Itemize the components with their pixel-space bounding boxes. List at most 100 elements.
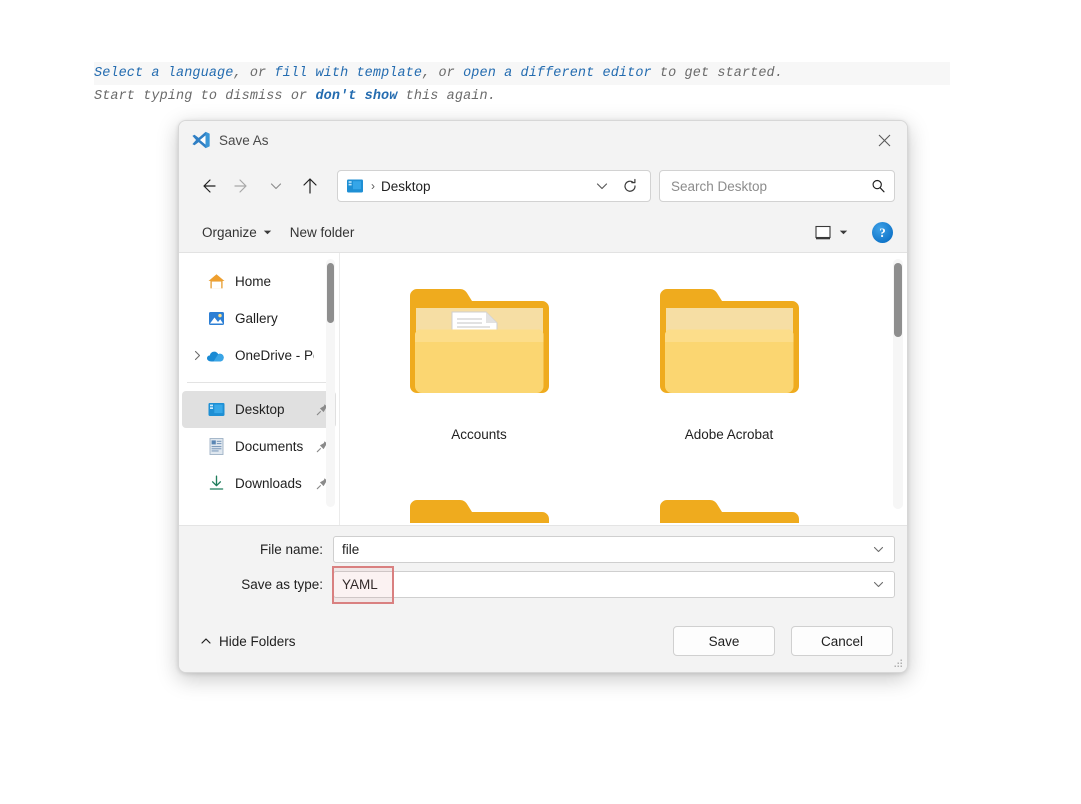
file-item-partial[interactable] xyxy=(354,493,604,523)
hint-text-2a: Start typing to dismiss or xyxy=(94,89,316,104)
save-as-type-field[interactable]: YAML xyxy=(332,565,895,604)
navigation-sidebar: Home Gallery OneDrive - P Desktop Docume… xyxy=(179,253,339,525)
desktop-icon xyxy=(347,179,363,193)
open-different-editor-link[interactable]: open a different editor xyxy=(463,66,652,81)
forward-button[interactable] xyxy=(225,169,259,203)
hint-text-1b: , or xyxy=(422,66,464,81)
file-grid: Accounts Adobe Acrobat xyxy=(340,253,907,493)
hint-line-2: Start typing to dismiss or don't show th… xyxy=(94,85,950,108)
save-as-type-value[interactable]: YAML xyxy=(342,577,866,592)
file-name-value[interactable]: file xyxy=(342,542,866,557)
folder-icon xyxy=(660,500,799,523)
folder-icon xyxy=(410,289,549,393)
documents-icon xyxy=(206,437,226,457)
sidebar-item-label: Downloads xyxy=(235,476,302,491)
breadcrumb-separator: › xyxy=(371,179,375,193)
sidebar-item-onedrive[interactable]: OneDrive - Perso xyxy=(182,337,336,374)
sidebar-item-gallery[interactable]: Gallery xyxy=(182,300,336,337)
refresh-button[interactable] xyxy=(616,172,644,200)
dialog-title: Save As xyxy=(219,132,269,148)
hide-folders-button[interactable]: Hide Folders xyxy=(193,629,303,654)
chevron-down-icon xyxy=(263,230,271,235)
hint-text-1c: to get started. xyxy=(651,66,783,81)
close-button[interactable] xyxy=(861,121,907,159)
view-layout-icon xyxy=(815,225,831,239)
resize-grip-icon[interactable] xyxy=(892,657,904,669)
up-button[interactable] xyxy=(293,169,327,203)
save-form: File name: file Save as type: YAML xyxy=(179,525,907,610)
chevron-down-icon xyxy=(873,546,883,552)
sidebar-scrollbar[interactable] xyxy=(326,259,335,507)
dialog-toolbar: Organize New folder ? xyxy=(179,213,907,253)
sidebar-item-downloads[interactable]: Downloads xyxy=(182,465,336,502)
file-view-scrollbar-thumb[interactable] xyxy=(894,263,902,337)
sidebar-item-label: Desktop xyxy=(235,402,285,417)
save-as-type-label: Save as type: xyxy=(241,576,323,592)
back-button[interactable] xyxy=(191,169,225,203)
save-as-dialog: Save As › Desktop Search Desktop Organiz… xyxy=(178,120,908,673)
dialog-footer: Hide Folders Save Cancel xyxy=(179,610,907,672)
sidebar-divider xyxy=(187,382,327,383)
sidebar-item-documents[interactable]: Documents xyxy=(182,428,336,465)
select-language-link[interactable]: Select a language xyxy=(94,66,233,81)
file-view-scrollbar[interactable] xyxy=(893,259,903,509)
help-button[interactable]: ? xyxy=(872,222,893,243)
search-box[interactable] xyxy=(659,170,895,202)
editor-welcome-hint: Select a language, or fill with template… xyxy=(94,62,950,108)
close-icon xyxy=(878,134,890,146)
file-item-label: Adobe Acrobat xyxy=(684,427,774,442)
home-icon xyxy=(206,272,226,292)
file-item-accounts[interactable]: Accounts xyxy=(354,273,604,493)
sidebar-item-desktop[interactable]: Desktop xyxy=(182,391,336,428)
fill-with-template-link[interactable]: fill with template xyxy=(274,66,422,81)
dialog-body: Home Gallery OneDrive - P Desktop Docume… xyxy=(179,253,907,525)
folder-icon xyxy=(410,500,549,523)
hide-folders-label: Hide Folders xyxy=(219,633,296,649)
expand-chevron-button[interactable] xyxy=(188,350,206,361)
view-options-button[interactable] xyxy=(806,220,856,246)
chevron-down-icon xyxy=(873,581,883,587)
search-input[interactable] xyxy=(671,178,870,194)
arrow-up-icon xyxy=(303,178,317,194)
sidebar-item-label: Home xyxy=(235,274,272,289)
save-button[interactable]: Save xyxy=(673,626,775,656)
desktop-icon xyxy=(206,400,226,420)
dont-show-link[interactable]: don't show xyxy=(315,89,397,104)
organize-button[interactable]: Organize xyxy=(193,220,281,245)
chevron-down-icon xyxy=(596,183,608,190)
hint-text-1a: , or xyxy=(233,66,275,81)
organize-label: Organize xyxy=(202,225,257,240)
onedrive-icon xyxy=(206,346,226,366)
sidebar-item-label: Documents xyxy=(235,439,304,454)
search-icon xyxy=(872,179,885,193)
cancel-button[interactable]: Cancel xyxy=(791,626,893,656)
breadcrumb-path[interactable]: Desktop xyxy=(381,179,588,194)
save-as-type-dropdown-button[interactable] xyxy=(866,578,890,591)
sidebar-item-label: OneDrive - Perso xyxy=(235,348,314,363)
path-dropdown-button[interactable] xyxy=(588,172,616,200)
save-as-type-row: Save as type: YAML xyxy=(191,565,895,604)
gallery-icon xyxy=(206,309,226,329)
address-bar[interactable]: › Desktop xyxy=(337,170,651,202)
file-name-field[interactable]: file xyxy=(333,535,895,563)
arrow-right-icon xyxy=(234,179,247,193)
dialog-titlebar: Save As xyxy=(179,121,907,159)
file-name-row: File name: file xyxy=(191,534,895,564)
chevron-down-icon xyxy=(270,183,282,190)
hint-line-1: Select a language, or fill with template… xyxy=(94,62,950,85)
chevron-down-icon xyxy=(839,230,848,235)
folder-icon xyxy=(660,289,799,393)
file-item-adobe-acrobat[interactable]: Adobe Acrobat xyxy=(604,273,854,493)
sidebar-scrollbar-thumb[interactable] xyxy=(327,263,334,323)
file-list-view[interactable]: Accounts Adobe Acrobat xyxy=(339,253,907,525)
recent-locations-button[interactable] xyxy=(259,169,293,203)
file-item-partial[interactable] xyxy=(604,493,854,523)
folder-thumbnail xyxy=(394,273,564,423)
new-folder-button[interactable]: New folder xyxy=(281,220,364,245)
navigation-bar: › Desktop xyxy=(179,159,907,213)
chevron-right-icon xyxy=(194,350,200,361)
sidebar-item-home[interactable]: Home xyxy=(182,263,336,300)
file-name-dropdown-button[interactable] xyxy=(866,543,890,556)
sidebar-item-label: Gallery xyxy=(235,311,278,326)
file-item-label: Accounts xyxy=(451,427,507,442)
